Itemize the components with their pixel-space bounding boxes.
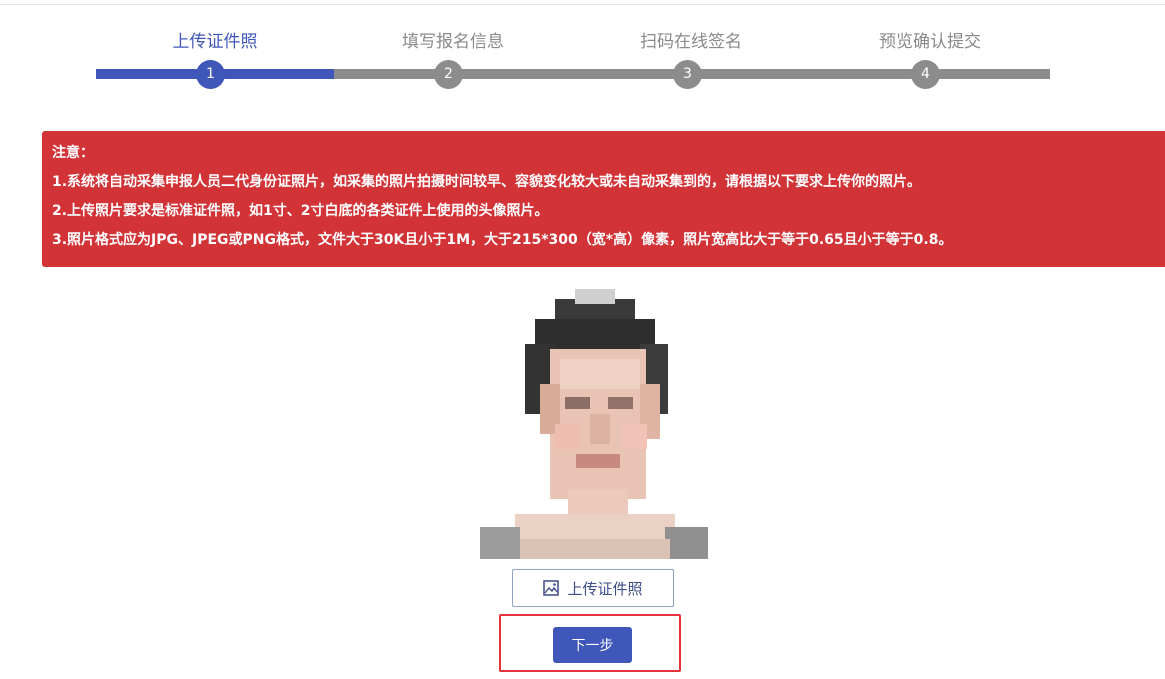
step-label-scan-sign[interactable]: 扫码在线签名 [591, 27, 791, 52]
step-label-upload-photo[interactable]: 上传证件照 [115, 27, 315, 52]
next-step-button[interactable]: 下一步 [553, 627, 632, 663]
upload-photo-label: 上传证件照 [567, 579, 643, 598]
notice-line-2: 2.上传照片要求是标准证件照，如1寸、2寸白底的各类证件上使用的头像照片。 [52, 203, 549, 219]
step-label-fill-info[interactable]: 填写报名信息 [353, 27, 553, 52]
notice-line-1: 1.系统将自动采集申报人员二代身份证照片，如采集的照片拍摄时间较早、容貌变化较大… [52, 174, 922, 190]
step-dot-2[interactable]: 2 [434, 60, 463, 89]
step-dot-4[interactable]: 4 [911, 60, 940, 89]
step-label-preview-submit[interactable]: 预览确认提交 [830, 27, 1030, 52]
id-photo-preview [480, 289, 708, 559]
image-icon [543, 580, 560, 596]
upload-photo-button[interactable]: 上传证件照 [512, 569, 674, 607]
notice-title: 注意： [52, 145, 94, 161]
step-dot-3[interactable]: 3 [673, 60, 702, 89]
step-dot-1[interactable]: 1 [196, 60, 225, 89]
top-divider [0, 4, 1165, 5]
notice-line-3: 3.照片格式应为JPG、JPEG或PNG格式，文件大于30K且小于1M，大于21… [52, 232, 953, 248]
notice-panel: 注意： 1.系统将自动采集申报人员二代身份证照片，如采集的照片拍摄时间较早、容貌… [42, 131, 1165, 267]
